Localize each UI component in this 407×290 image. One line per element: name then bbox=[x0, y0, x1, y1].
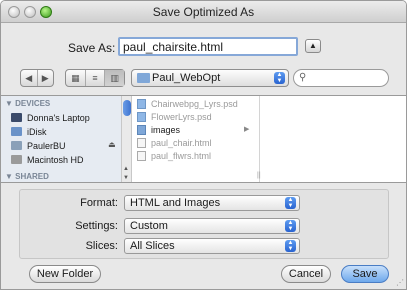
sidebar-heading-devices: ▼ DEVICES bbox=[5, 99, 51, 108]
search-icon: ⚲ bbox=[299, 72, 307, 83]
sidebar-item-label: Donna's Laptop bbox=[27, 112, 90, 123]
window-title: Save Optimized As bbox=[152, 5, 255, 19]
settings-value: Custom bbox=[130, 220, 168, 232]
resize-grip-icon[interactable]: ⋰ bbox=[396, 278, 404, 287]
eject-icon[interactable]: ⏏ bbox=[108, 140, 116, 149]
location-label: Paul_WebOpt bbox=[152, 72, 221, 84]
sidebar-item-macintosh-hd[interactable]: Macintosh HD bbox=[11, 153, 84, 166]
format-select[interactable]: HTML and Images ▲ ▼ bbox=[124, 195, 300, 211]
sidebar-item-idisk[interactable]: iDisk bbox=[11, 125, 47, 138]
scroll-up-arrow-icon[interactable]: ▲ bbox=[123, 166, 129, 172]
sidebar-item-label: Macintosh HD bbox=[27, 154, 84, 165]
options-panel: Format: HTML and Images ▲ ▼ Settings: Cus… bbox=[19, 189, 389, 259]
save-dialog: Save Optimized As Save As: paul_chairsit… bbox=[0, 0, 407, 290]
file-name: paul_flwrs.html bbox=[151, 151, 212, 161]
file-name: images bbox=[151, 125, 181, 135]
drive-icon bbox=[11, 141, 22, 150]
folder-icon bbox=[137, 125, 146, 135]
filename-input[interactable]: paul_chairsite.html bbox=[118, 37, 298, 56]
popup-arrows-icon: ▲ ▼ bbox=[274, 72, 285, 84]
popup-arrows-icon: ▲ ▼ bbox=[285, 197, 296, 209]
list-item[interactable]: images bbox=[137, 124, 180, 136]
sidebar-item-donnas-laptop[interactable]: Donna's Laptop bbox=[11, 111, 90, 124]
harddisk-icon bbox=[11, 155, 22, 164]
file-name: paul_chair.html bbox=[151, 138, 212, 148]
idisk-icon bbox=[11, 127, 22, 136]
expand-dialog-button[interactable]: ▲ bbox=[305, 39, 321, 53]
popup-arrows-icon: ▲ ▼ bbox=[285, 240, 296, 252]
history-navigation: ◀ ▶ bbox=[20, 69, 54, 87]
browser-toolbar: ◀ ▶ ▦ ≡ ▥ Paul_WebOpt ▲ ▼ ⚲ bbox=[1, 69, 406, 89]
location-popup[interactable]: Paul_WebOpt ▲ ▼ bbox=[131, 69, 289, 87]
view-mode-control: ▦ ≡ ▥ bbox=[65, 69, 125, 87]
sidebar-scrollbar[interactable]: ▲ ▼ bbox=[121, 96, 132, 182]
forward-button[interactable]: ▶ bbox=[38, 70, 54, 86]
list-item[interactable]: paul_chair.html bbox=[137, 137, 212, 149]
save-as-label: Save As: bbox=[68, 41, 116, 55]
format-value: HTML and Images bbox=[130, 197, 221, 209]
settings-label: Settings: bbox=[75, 220, 118, 232]
slices-select[interactable]: All Slices ▲ ▼ bbox=[124, 238, 300, 254]
scroll-down-arrow-icon[interactable]: ▼ bbox=[123, 175, 129, 181]
file-column: Chairwebpg_Lyrs.psd FlowerLyrs.psd image… bbox=[134, 96, 260, 182]
settings-select[interactable]: Custom ▲ ▼ bbox=[124, 218, 300, 234]
list-item[interactable]: paul_flwrs.html bbox=[137, 150, 211, 162]
slices-value: All Slices bbox=[130, 240, 175, 252]
list-view-button[interactable]: ≡ bbox=[86, 70, 106, 86]
disclosure-arrow-icon: ▶ bbox=[244, 126, 250, 133]
save-button[interactable]: Save bbox=[341, 265, 389, 283]
list-item[interactable]: Chairwebpg_Lyrs.psd bbox=[137, 98, 238, 110]
format-label: Format: bbox=[80, 197, 118, 209]
list-item[interactable]: FlowerLyrs.psd bbox=[137, 111, 212, 123]
new-folder-button[interactable]: New Folder bbox=[29, 265, 101, 283]
title-bar: Save Optimized As bbox=[1, 1, 406, 23]
empty-column bbox=[261, 96, 406, 182]
back-button[interactable]: ◀ bbox=[21, 70, 38, 86]
scroll-thumb[interactable] bbox=[123, 100, 131, 116]
sidebar-heading-shared: ▼ SHARED bbox=[5, 172, 49, 181]
popup-arrows-icon: ▲ ▼ bbox=[285, 220, 296, 232]
psd-file-icon bbox=[137, 112, 146, 122]
html-file-icon bbox=[137, 138, 146, 148]
laptop-icon bbox=[11, 113, 22, 122]
sidebar-item-paulerbu[interactable]: PaulerBU bbox=[11, 139, 66, 152]
html-file-icon bbox=[137, 151, 146, 161]
sidebar-item-label: iDisk bbox=[27, 126, 47, 137]
search-input[interactable]: ⚲ bbox=[293, 69, 389, 87]
sidebar: ▼ DEVICES Donna's Laptop iDisk PaulerBU … bbox=[1, 96, 121, 182]
save-as-row: Save As: paul_chairsite.html ▲ bbox=[1, 37, 406, 59]
sidebar-item-label: PaulerBU bbox=[27, 140, 66, 151]
column-view-button[interactable]: ▥ bbox=[105, 70, 125, 86]
psd-file-icon bbox=[137, 99, 146, 109]
icon-view-button[interactable]: ▦ bbox=[66, 70, 86, 86]
cancel-button[interactable]: Cancel bbox=[281, 265, 331, 283]
file-browser: ▼ DEVICES Donna's Laptop iDisk PaulerBU … bbox=[1, 95, 406, 183]
folder-icon bbox=[137, 73, 150, 83]
file-name: FlowerLyrs.psd bbox=[151, 112, 212, 122]
file-name: Chairwebpg_Lyrs.psd bbox=[151, 99, 238, 109]
slices-label: Slices: bbox=[85, 240, 118, 252]
